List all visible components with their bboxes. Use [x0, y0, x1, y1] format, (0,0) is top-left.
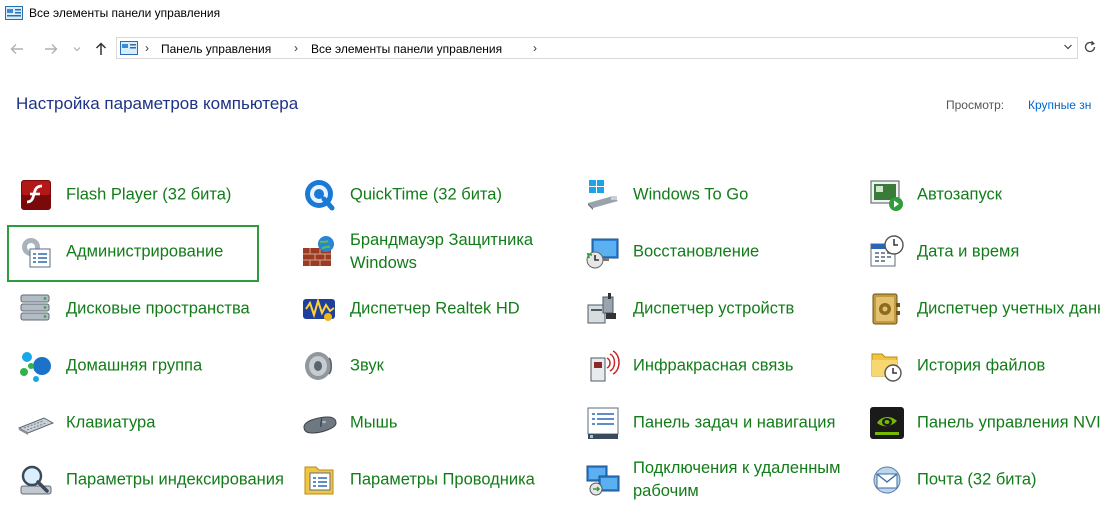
cp-item-label: Windows To Go	[633, 185, 749, 204]
view-label: Просмотр:	[946, 98, 1005, 112]
keyboard-icon	[17, 405, 55, 441]
realtek-icon	[302, 291, 338, 327]
credential-manager-icon	[869, 291, 905, 327]
autoplay-icon	[869, 177, 905, 213]
breadcrumb-separator-icon[interactable]: ›	[533, 41, 537, 55]
storage-spaces-icon	[18, 291, 54, 327]
cp-item-mail[interactable]: Почта (32 бита)	[869, 454, 1100, 506]
cp-item-remote-connections[interactable]: Подключения к удаленным рабочим	[585, 454, 855, 506]
breadcrumb-separator-icon[interactable]: ›	[294, 41, 298, 55]
cp-item-label: Flash Player (32 бита)	[66, 185, 232, 204]
cp-item-windows-to-go[interactable]: Windows To Go	[585, 169, 855, 221]
up-button[interactable]	[90, 38, 112, 60]
breadcrumb-all-items[interactable]: Все элементы панели управления	[311, 42, 502, 56]
cp-item-storage-spaces[interactable]: Дисковые пространства	[18, 283, 288, 335]
cp-item-administration[interactable]: Администрирование	[18, 226, 288, 278]
control-panel-icon	[5, 6, 23, 25]
cp-item-firewall[interactable]: Брандмауэр Защитника Windows	[302, 226, 572, 278]
cp-item-label: Дата и время	[917, 242, 1020, 261]
remote-connections-icon	[585, 462, 621, 498]
mail-icon	[869, 462, 905, 498]
cp-item-credential-manager[interactable]: Диспетчер учетных данных	[869, 283, 1100, 335]
recovery-icon	[585, 234, 621, 270]
cp-item-flash-player[interactable]: Flash Player (32 бита)	[18, 169, 288, 221]
cp-item-date-time[interactable]: Дата и время	[869, 226, 1100, 278]
arrow-up-icon	[95, 42, 107, 55]
cp-item-label: Диспетчер устройств	[633, 299, 795, 318]
cp-item-indexing[interactable]: Параметры индексирования	[18, 454, 288, 506]
cp-item-keyboard[interactable]: Клавиатура	[17, 397, 288, 449]
cp-item-mouse[interactable]: Мышь	[302, 397, 572, 449]
cp-item-label: Почта (32 бита)	[917, 470, 1037, 489]
cp-item-file-history[interactable]: История файлов	[869, 340, 1100, 392]
window-title: Все элементы панели управления	[29, 6, 221, 20]
firewall-icon	[302, 234, 338, 270]
cp-item-label: Звук	[350, 356, 384, 375]
cp-item-label: Параметры Проводника	[350, 470, 535, 489]
cp-item-label: Администрирование	[66, 242, 224, 261]
arrow-right-icon	[45, 44, 58, 54]
recent-locations-button[interactable]	[66, 38, 88, 60]
cp-item-label: Инфракрасная связь	[633, 356, 794, 375]
cp-item-label: Автозапуск	[917, 185, 1002, 204]
title-bar: Все элементы панели управления	[0, 0, 1100, 28]
quicktime-icon	[302, 177, 338, 213]
control-panel-icon	[120, 41, 138, 60]
cp-item-recovery[interactable]: Восстановление	[585, 226, 855, 278]
homegroup-icon	[18, 348, 54, 384]
explorer-options-icon	[302, 462, 338, 498]
chevron-down-icon	[73, 47, 81, 52]
indexing-icon	[18, 462, 54, 498]
cp-item-label: Параметры индексирования	[66, 470, 284, 489]
cp-item-infrared[interactable]: Инфракрасная связь	[585, 340, 855, 392]
chevron-down-icon	[1064, 44, 1072, 50]
file-history-icon	[869, 348, 905, 384]
sound-icon	[302, 348, 338, 384]
administration-icon	[18, 234, 54, 270]
cp-item-label: Диспетчер Realtek HD	[350, 299, 520, 318]
cp-item-label: Подключения к удаленным рабочим	[633, 459, 841, 500]
mouse-icon	[302, 405, 338, 441]
windows-to-go-icon	[585, 177, 621, 213]
cp-item-autoplay[interactable]: Автозапуск	[869, 169, 1100, 221]
cp-item-label: Клавиатура	[66, 413, 156, 432]
device-manager-icon	[585, 291, 621, 327]
page-heading: Настройка параметров компьютера	[16, 94, 299, 113]
cp-item-label: История файлов	[917, 356, 1046, 375]
cp-item-sound[interactable]: Звук	[302, 340, 572, 392]
refresh-icon	[1084, 40, 1096, 53]
date-time-icon	[869, 234, 905, 270]
back-button[interactable]	[6, 38, 28, 60]
cp-item-label: Диспетчер учетных данных	[917, 299, 1100, 318]
cp-item-device-manager[interactable]: Диспетчер устройств	[585, 283, 855, 335]
navigation-bar: › Панель управления › Все элементы панел…	[0, 36, 1100, 62]
taskbar-icon	[585, 405, 621, 441]
cp-item-quicktime[interactable]: QuickTime (32 бита)	[302, 169, 572, 221]
cp-item-label: Восстановление	[633, 242, 760, 261]
infrared-icon	[585, 348, 621, 384]
cp-item-label: Домашняя группа	[66, 356, 203, 375]
address-dropdown-button[interactable]	[1063, 40, 1073, 59]
forward-button[interactable]	[40, 38, 62, 60]
flash-player-icon	[18, 177, 54, 213]
cp-item-label: Брандмауэр Защитника Windows	[350, 231, 534, 272]
cp-item-explorer-options[interactable]: Параметры Проводника	[302, 454, 572, 506]
cp-item-taskbar[interactable]: Панель задач и навигация	[585, 397, 855, 449]
cp-item-label: Панель задач и навигация	[633, 413, 836, 432]
cp-item-label: QuickTime (32 бита)	[350, 185, 502, 204]
nvidia-icon	[869, 405, 905, 441]
refresh-button[interactable]	[1083, 39, 1097, 60]
cp-item-realtek[interactable]: Диспетчер Realtek HD	[302, 283, 572, 335]
breadcrumb-control-panel[interactable]: Панель управления	[161, 42, 271, 56]
address-bar[interactable]: › Панель управления › Все элементы панел…	[116, 37, 1078, 59]
cp-item-label: Панель управления NVIDIA	[917, 413, 1100, 432]
cp-item-label: Дисковые пространства	[66, 299, 250, 318]
arrow-left-icon	[10, 44, 23, 54]
cp-item-nvidia[interactable]: Панель управления NVIDIA	[869, 397, 1100, 449]
cp-item-label: Мышь	[350, 413, 398, 432]
cp-item-homegroup[interactable]: Домашняя группа	[18, 340, 288, 392]
breadcrumb-separator-icon[interactable]: ›	[145, 41, 149, 55]
view-mode-dropdown[interactable]: Крупные зн	[1028, 98, 1091, 112]
